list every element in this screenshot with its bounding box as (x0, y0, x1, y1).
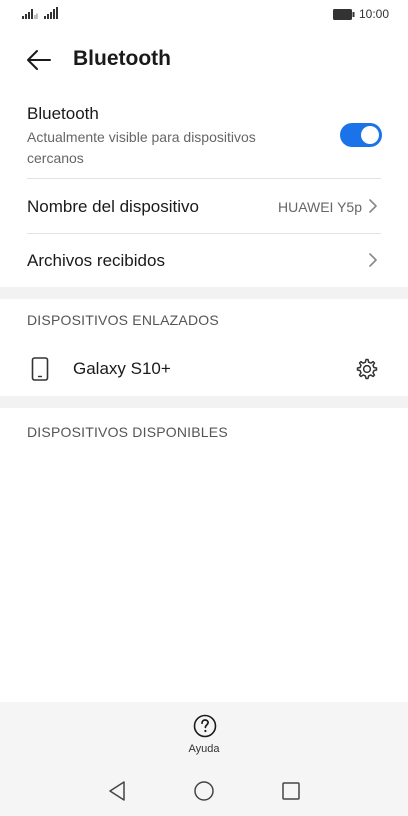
battery-icon (333, 9, 355, 20)
gear-icon[interactable] (355, 357, 379, 381)
back-arrow-icon[interactable] (26, 48, 52, 72)
toggle-knob (361, 126, 379, 144)
signal-icon: ıl (22, 9, 38, 19)
paired-devices-header: DISPOSITIVOS ENLAZADOS (27, 312, 219, 328)
help-label: Ayuda (188, 743, 220, 755)
nav-back-icon[interactable] (107, 780, 127, 802)
status-bar: ıl 10:00 (0, 0, 408, 28)
svg-text:ıl: ıl (34, 13, 38, 19)
bluetooth-label: Bluetooth (27, 104, 99, 123)
section-separator (0, 396, 408, 408)
chevron-right-icon (369, 253, 377, 267)
device-name-label: Nombre del dispositivo (27, 197, 199, 216)
bottom-area: Ayuda (0, 702, 408, 816)
bluetooth-toggle-switch[interactable] (340, 123, 382, 147)
available-devices-header: DISPOSITIVOS DISPONIBLES (27, 424, 228, 440)
status-time: 10:00 (359, 7, 390, 21)
nav-home-icon[interactable] (193, 780, 215, 802)
app-bar: Bluetooth (0, 40, 408, 80)
received-files-label: Archivos recibidos (27, 251, 165, 270)
help-button[interactable]: Ayuda (174, 714, 234, 760)
device-name-value: HUAWEI Y5p (277, 199, 362, 215)
phone-icon (31, 357, 49, 381)
bluetooth-visibility-description: Actualmente visible para dispositivos ce… (27, 129, 256, 166)
page-title: Bluetooth (73, 47, 171, 70)
chevron-right-icon (369, 199, 377, 213)
paired-device-name: Galaxy S10+ (73, 359, 171, 378)
paired-device-row[interactable] (0, 340, 408, 396)
section-separator (0, 287, 408, 299)
nav-recents-icon[interactable] (281, 780, 301, 802)
signal-icon (44, 7, 58, 19)
help-icon (193, 714, 217, 738)
